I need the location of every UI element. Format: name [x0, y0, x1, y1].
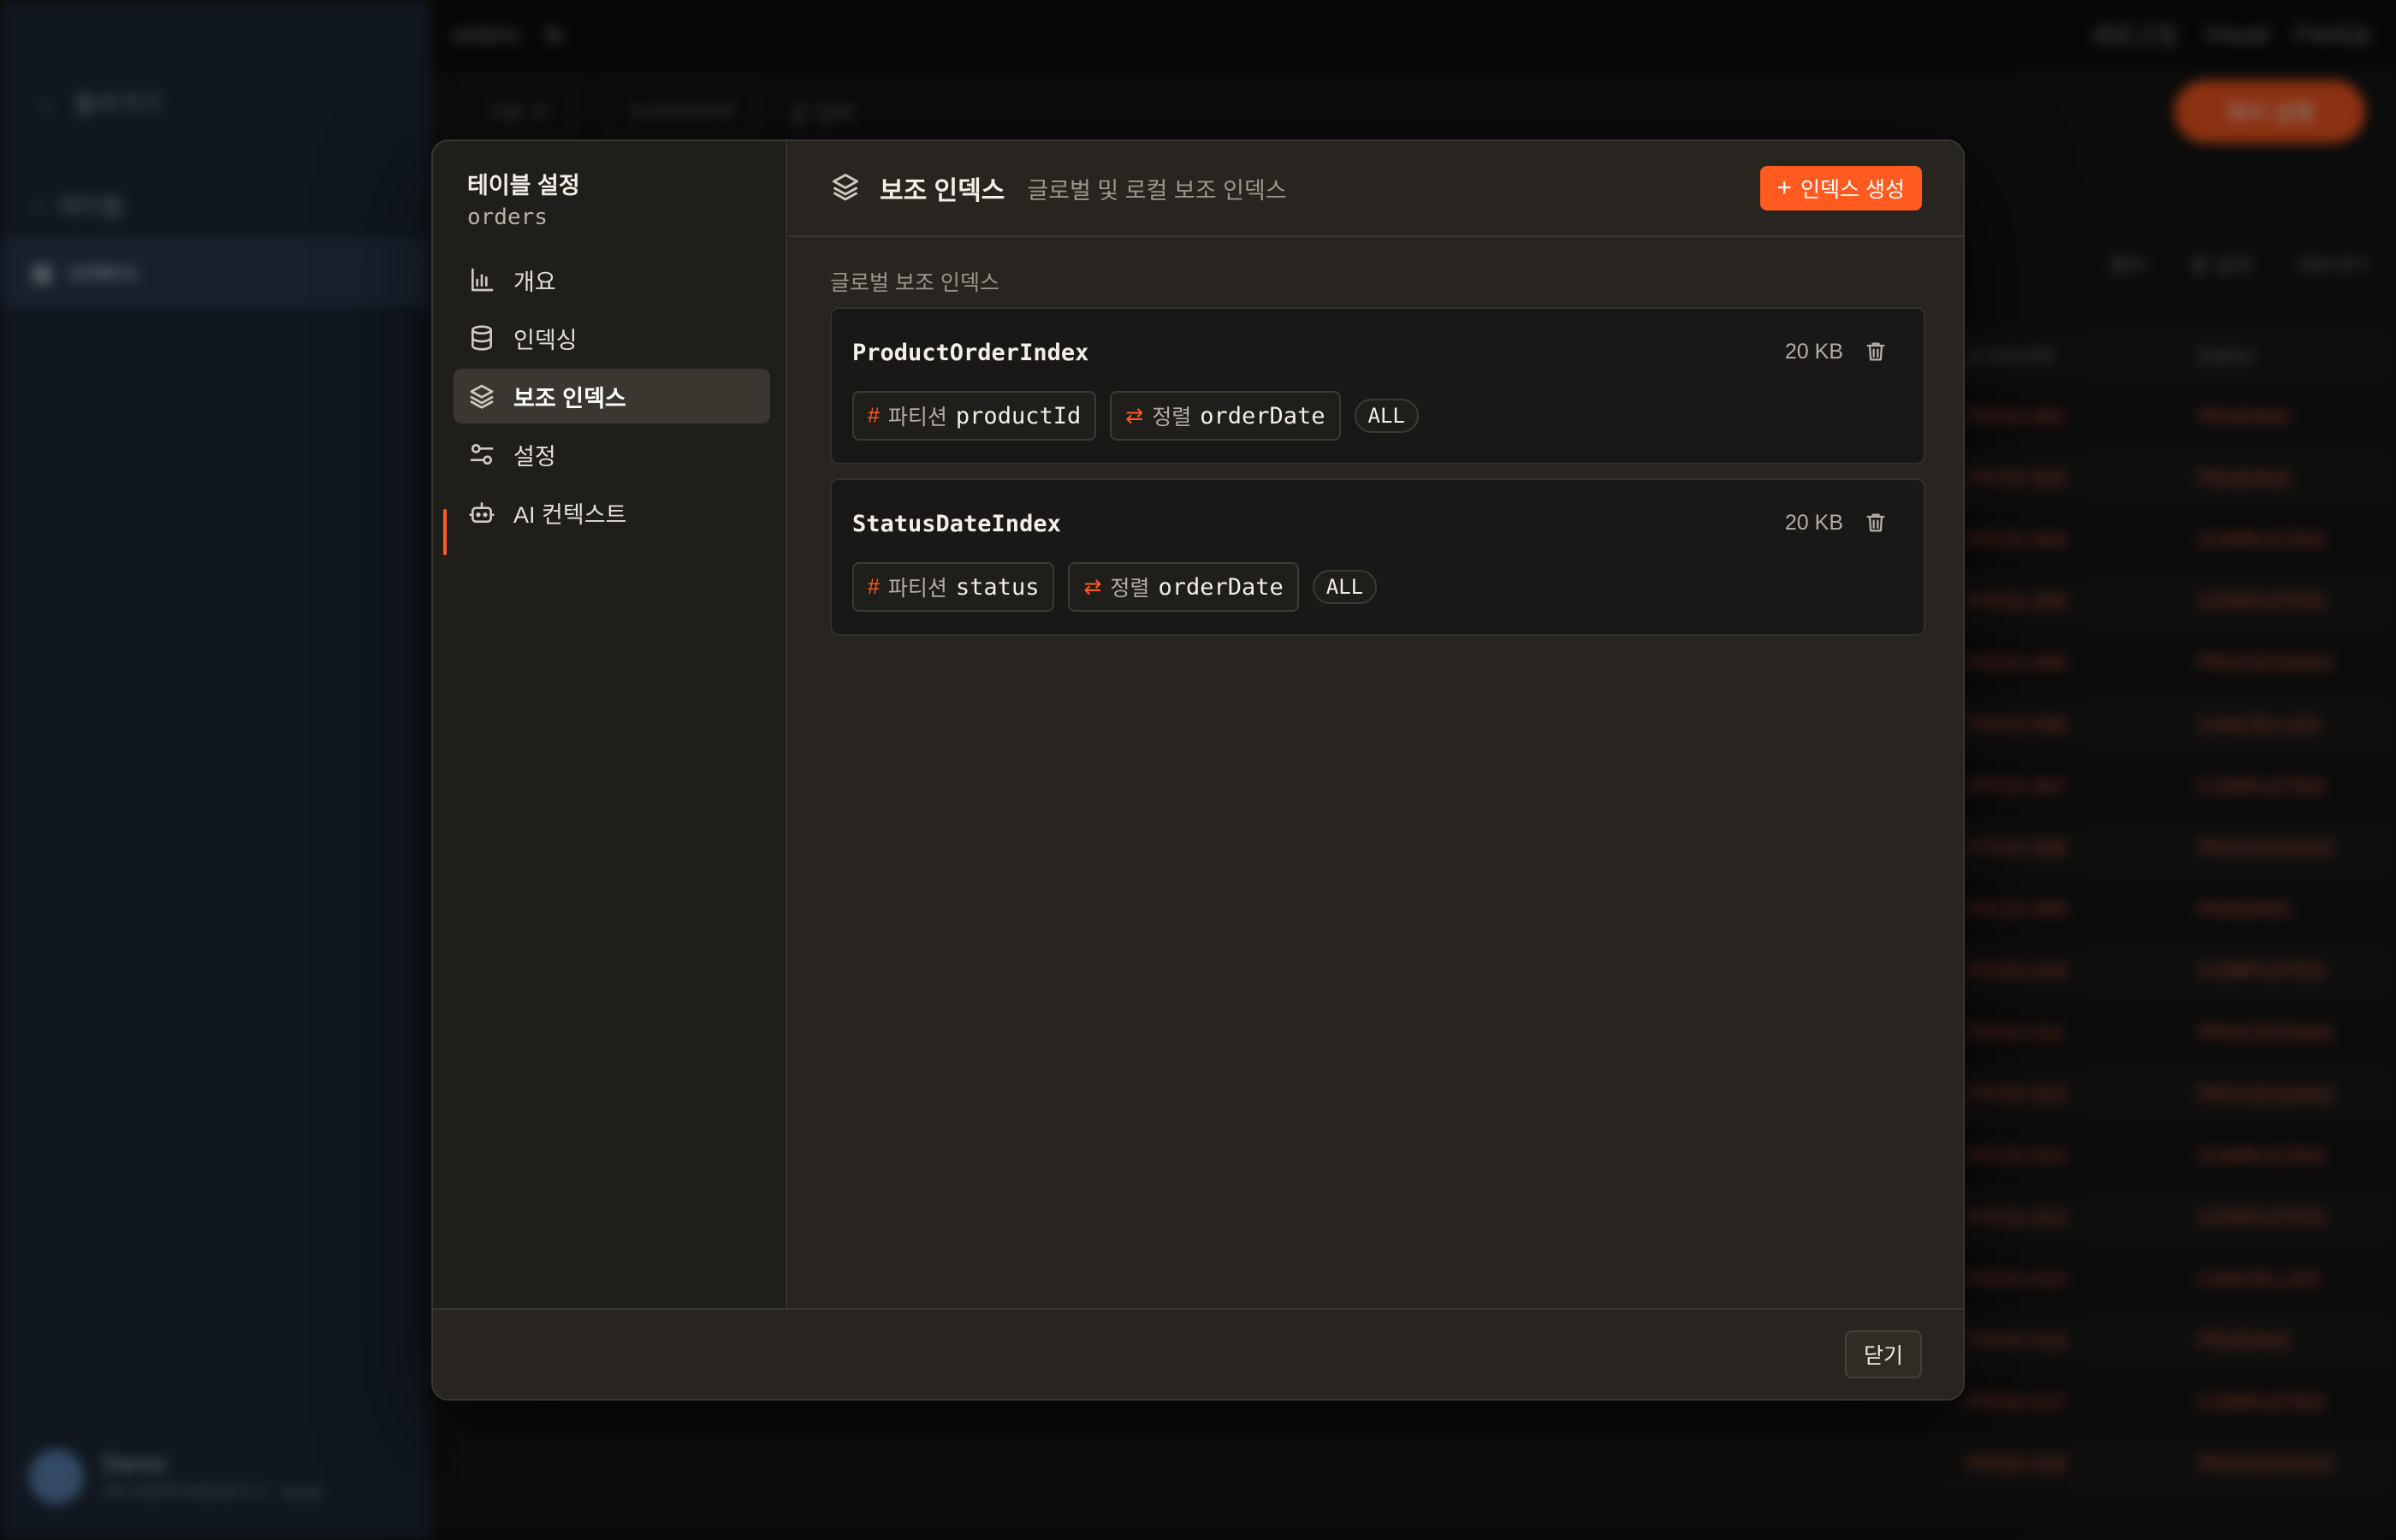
- bar-chart-icon: [467, 265, 496, 294]
- nav-item-label: 설정: [513, 443, 556, 470]
- index-card: StatusDateIndex 20 KB # 파티션 status ⇄ 정렬 …: [830, 478, 1925, 636]
- delete-index-button[interactable]: [1864, 511, 1891, 538]
- nav-item-label: AI 컨텍스트: [513, 501, 627, 528]
- projection-badge: ALL: [1312, 570, 1378, 604]
- partition-key-chip: # 파티션 productId: [852, 391, 1097, 441]
- layers-icon: [467, 382, 496, 411]
- nav-item-secondary-indexes[interactable]: 보조 인덱스: [454, 369, 770, 424]
- nav-item-ai-context[interactable]: AI 컨텍스트: [454, 485, 770, 540]
- index-name: StatusDateIndex: [852, 511, 1061, 537]
- projection-badge: ALL: [1354, 399, 1419, 433]
- trash-icon: [1864, 342, 1888, 367]
- table-settings-modal: 테이블 설정 orders 개요 인덱싱 보조 인덱스 설정 AI 컨텍스트 보…: [431, 139, 1965, 1401]
- active-nav-indicator: [443, 509, 447, 555]
- panel-description: 글로벌 및 로컬 보조 인덱스: [1027, 177, 1287, 204]
- index-keys: # 파티션 status ⇄ 정렬 orderDate ALL: [852, 562, 1378, 612]
- nav-item-label: 개요: [513, 269, 556, 295]
- hash-icon: #: [868, 403, 880, 428]
- swap-icon: ⇄: [1125, 404, 1144, 428]
- database-icon: [467, 323, 496, 352]
- bot-icon: [467, 498, 496, 527]
- sort-key-chip: ⇄ 정렬 orderDate: [1110, 391, 1341, 441]
- layers-icon: [830, 171, 861, 206]
- delete-index-button[interactable]: [1864, 340, 1891, 367]
- nav-item-indexing[interactable]: 인덱싱: [454, 311, 770, 365]
- nav-item-label: 인덱싱: [513, 327, 578, 353]
- settings-sidebar: 테이블 설정 orders 개요 인덱싱 보조 인덱스 설정 AI 컨텍스트: [433, 141, 787, 1310]
- index-name: ProductOrderIndex: [852, 340, 1089, 366]
- nav-item-settings[interactable]: 설정: [454, 427, 770, 482]
- modal-title: 테이블 설정: [467, 173, 580, 198]
- index-keys: # 파티션 productId ⇄ 정렬 orderDate ALL: [852, 391, 1419, 441]
- index-card: ProductOrderIndex 20 KB # 파티션 productId …: [830, 307, 1925, 465]
- modal-subtitle: orders: [467, 204, 548, 230]
- nav-item-overview[interactable]: 개요: [454, 252, 770, 307]
- partition-key-chip: # 파티션 status: [852, 562, 1055, 612]
- index-size: 20 KB: [1784, 340, 1843, 364]
- create-index-button[interactable]: + 인덱스 생성: [1759, 166, 1922, 210]
- settings-panel: 보조 인덱스 글로벌 및 로컬 보조 인덱스 + 인덱스 생성 글로벌 보조 인…: [789, 141, 1963, 1310]
- trash-icon: [1864, 513, 1888, 538]
- section-label: 글로벌 보조 인덱스: [830, 271, 999, 295]
- swap-icon: ⇄: [1083, 575, 1102, 599]
- plus-icon: +: [1776, 174, 1793, 202]
- hash-icon: #: [868, 574, 880, 599]
- sort-key-chip: ⇄ 정렬 orderDate: [1068, 562, 1299, 612]
- panel-header: 보조 인덱스 글로벌 및 로컬 보조 인덱스 + 인덱스 생성: [789, 141, 1963, 237]
- nav-item-label: 보조 인덱스: [513, 385, 626, 412]
- sliders-icon: [467, 440, 496, 469]
- modal-footer: 닫기: [433, 1308, 1963, 1399]
- index-size: 20 KB: [1784, 511, 1843, 535]
- panel-title: 보조 인덱스: [880, 177, 1005, 205]
- close-button[interactable]: 닫기: [1844, 1330, 1922, 1378]
